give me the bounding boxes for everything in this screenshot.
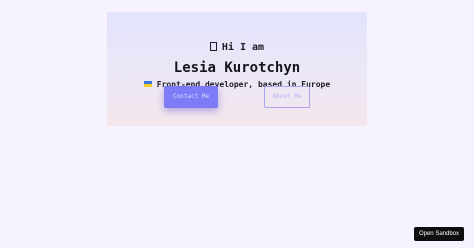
hero-section: Hi I am Lesia Kurotchyn Front-end develo… [107,12,367,126]
emoji-placeholder-icon [209,42,217,51]
about-me-button[interactable]: About Me [264,86,310,108]
greeting-text: Hi I am [221,42,265,53]
greeting-line: Hi I am [107,42,367,54]
contact-me-button[interactable]: Contact Me [164,86,218,108]
open-sandbox-button[interactable]: Open Sandbox [413,227,464,241]
author-name: Lesia Kurotchyn [173,60,301,76]
tagline: Front-end developer, based in Europe [107,79,367,91]
ukraine-flag-icon [143,81,152,87]
